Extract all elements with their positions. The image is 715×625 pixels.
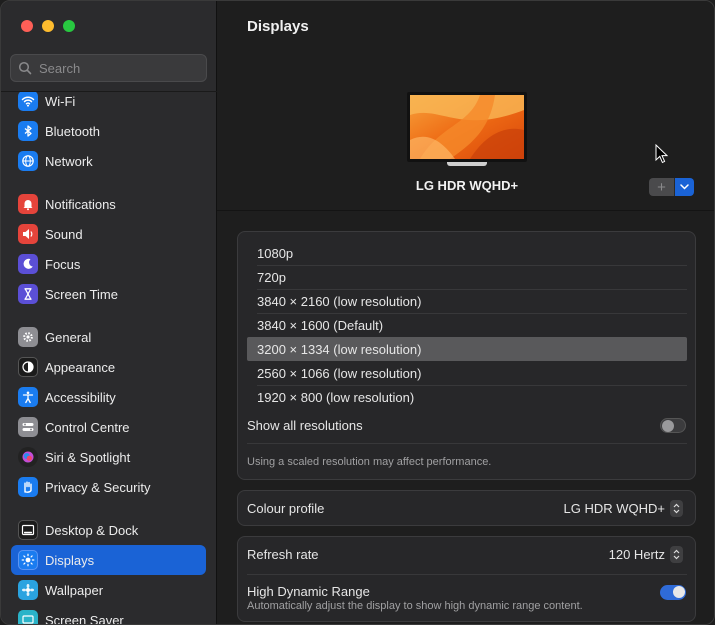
hdr-label: High Dynamic Range	[247, 584, 370, 599]
sidebar-item-screen-saver[interactable]: Screen Saver	[11, 605, 206, 625]
window-controls	[21, 20, 75, 32]
search-icon	[18, 61, 32, 75]
up-down-chevron-icon	[670, 546, 683, 563]
sidebar-item-control-centre[interactable]: Control Centre	[11, 412, 206, 442]
sidebar-item-sound[interactable]: Sound	[11, 219, 206, 249]
sidebar-item-label: Control Centre	[45, 419, 130, 435]
sidebar-item-label: Displays	[45, 552, 95, 568]
add-display-menu-button[interactable]	[675, 178, 694, 196]
settings-window: Wi-Fi Bluetooth Network Notifications So…	[0, 0, 715, 625]
monitor-stand	[447, 162, 487, 166]
up-down-chevron-icon	[670, 500, 683, 517]
colour-profile-value: LG HDR WQHD+	[563, 501, 665, 516]
refresh-rate-value: 120 Hertz	[608, 547, 665, 562]
sidebar-item-label: Privacy & Security	[45, 479, 151, 495]
sidebar-item-displays[interactable]: Displays	[11, 545, 206, 575]
divider	[247, 574, 687, 575]
sidebar-item-label: Bluetooth	[45, 123, 100, 139]
search-field[interactable]	[10, 54, 207, 82]
sidebar-item-desktop-dock[interactable]: Desktop & Dock	[11, 515, 206, 545]
show-all-resolutions-toggle[interactable]	[660, 418, 686, 433]
sidebar-item-label: Screen Saver	[45, 612, 124, 625]
search-input[interactable]	[39, 60, 199, 76]
hand-icon	[18, 477, 38, 497]
colour-profile-panel: Colour profile LG HDR WQHD+	[237, 490, 696, 526]
main-pane: Displays LG HDR WQHD+ + 1080p 720p 3840 …	[217, 1, 714, 624]
display-thumbnail[interactable]	[407, 92, 527, 166]
header-divider	[217, 210, 714, 211]
sidebar-item-label: General	[45, 329, 92, 345]
sidebar-item-focus[interactable]: Focus	[11, 249, 206, 279]
sidebar-item-label: Wi-Fi	[45, 93, 76, 109]
add-display-button[interactable]: +	[649, 178, 675, 196]
sidebar-item-wallpaper[interactable]: Wallpaper	[11, 575, 206, 605]
screen-saver-icon	[18, 610, 38, 624]
gear-icon	[18, 327, 38, 347]
sun-icon	[18, 550, 38, 570]
display-add-control: +	[649, 178, 694, 196]
wallpaper-icon	[18, 580, 38, 600]
chevron-down-icon	[680, 184, 689, 190]
resolution-option[interactable]: 3840 × 1600 (Default)	[247, 313, 687, 337]
sidebar-item-label: Appearance	[45, 359, 116, 375]
sidebar-item-label: Notifications	[45, 196, 116, 212]
hourglass-icon	[18, 284, 38, 304]
wifi-icon	[18, 92, 38, 111]
accessibility-icon	[18, 387, 38, 407]
scaled-resolution-note: Using a scaled resolution may affect per…	[247, 456, 492, 468]
dock-icon	[18, 520, 38, 540]
divider	[247, 443, 687, 444]
hdr-description: Automatically adjust the display to show…	[247, 600, 583, 612]
sidebar-item-screen-time[interactable]: Screen Time	[11, 279, 206, 309]
sidebar-item-label: Siri & Spotlight	[45, 449, 131, 465]
sidebar-item-label: Wallpaper	[45, 582, 104, 598]
refresh-hdr-panel: Refresh rate 120 Hertz High Dynamic Rang…	[237, 536, 696, 622]
sidebar-item-wifi[interactable]: Wi-Fi	[11, 92, 206, 116]
display-name-label: LG HDR WQHD+	[415, 178, 519, 193]
colour-profile-label: Colour profile	[247, 501, 325, 516]
sidebar-item-bluetooth[interactable]: Bluetooth	[11, 116, 206, 146]
sidebar-item-label: Network	[45, 153, 93, 169]
display-wallpaper-preview	[407, 92, 527, 162]
sidebar-item-network[interactable]: Network	[11, 146, 206, 176]
resolution-option[interactable]: 2560 × 1066 (low resolution)	[247, 361, 687, 385]
sidebar-item-appearance[interactable]: Appearance	[11, 352, 206, 382]
refresh-rate-popup[interactable]: 120 Hertz	[609, 546, 683, 563]
colour-profile-popup[interactable]: LG HDR WQHD+	[564, 500, 683, 517]
resolution-option[interactable]: 720p	[247, 265, 687, 289]
resolution-option[interactable]: 1920 × 800 (low resolution)	[247, 385, 687, 409]
bluetooth-icon	[18, 121, 38, 141]
refresh-rate-label: Refresh rate	[247, 547, 319, 562]
close-button[interactable]	[21, 20, 33, 32]
show-all-resolutions-label: Show all resolutions	[247, 418, 363, 433]
minimize-button[interactable]	[42, 20, 54, 32]
mouse-cursor-icon	[655, 144, 669, 164]
resolution-option-selected[interactable]: 3200 × 1334 (low resolution)	[247, 337, 687, 361]
sidebar-item-notifications[interactable]: Notifications	[11, 189, 206, 219]
sidebar-list: Wi-Fi Bluetooth Network Notifications So…	[1, 91, 217, 625]
bell-icon	[18, 194, 38, 214]
sidebar-item-accessibility[interactable]: Accessibility	[11, 382, 206, 412]
speaker-icon	[18, 224, 38, 244]
sidebar-item-label: Accessibility	[45, 389, 116, 405]
control-centre-icon	[18, 417, 38, 437]
sidebar-item-label: Desktop & Dock	[45, 522, 139, 538]
sidebar-item-label: Sound	[45, 226, 83, 242]
resolution-option[interactable]: 3840 × 2160 (low resolution)	[247, 289, 687, 313]
resolution-panel: 1080p 720p 3840 × 2160 (low resolution) …	[237, 231, 696, 480]
sidebar-item-siri-spotlight[interactable]: Siri & Spotlight	[11, 442, 206, 472]
zoom-button[interactable]	[63, 20, 75, 32]
globe-icon	[18, 151, 38, 171]
sidebar-item-label: Screen Time	[45, 286, 118, 302]
siri-icon	[18, 447, 38, 467]
resolution-option[interactable]: 1080p	[247, 241, 687, 265]
moon-icon	[18, 254, 38, 274]
sidebar: Wi-Fi Bluetooth Network Notifications So…	[1, 1, 217, 625]
sidebar-item-label: Focus	[45, 256, 81, 272]
sidebar-item-general[interactable]: General	[11, 322, 206, 352]
appearance-icon	[18, 357, 38, 377]
sidebar-item-privacy-security[interactable]: Privacy & Security	[11, 472, 206, 502]
page-title: Displays	[247, 18, 309, 35]
hdr-toggle[interactable]	[660, 585, 686, 600]
